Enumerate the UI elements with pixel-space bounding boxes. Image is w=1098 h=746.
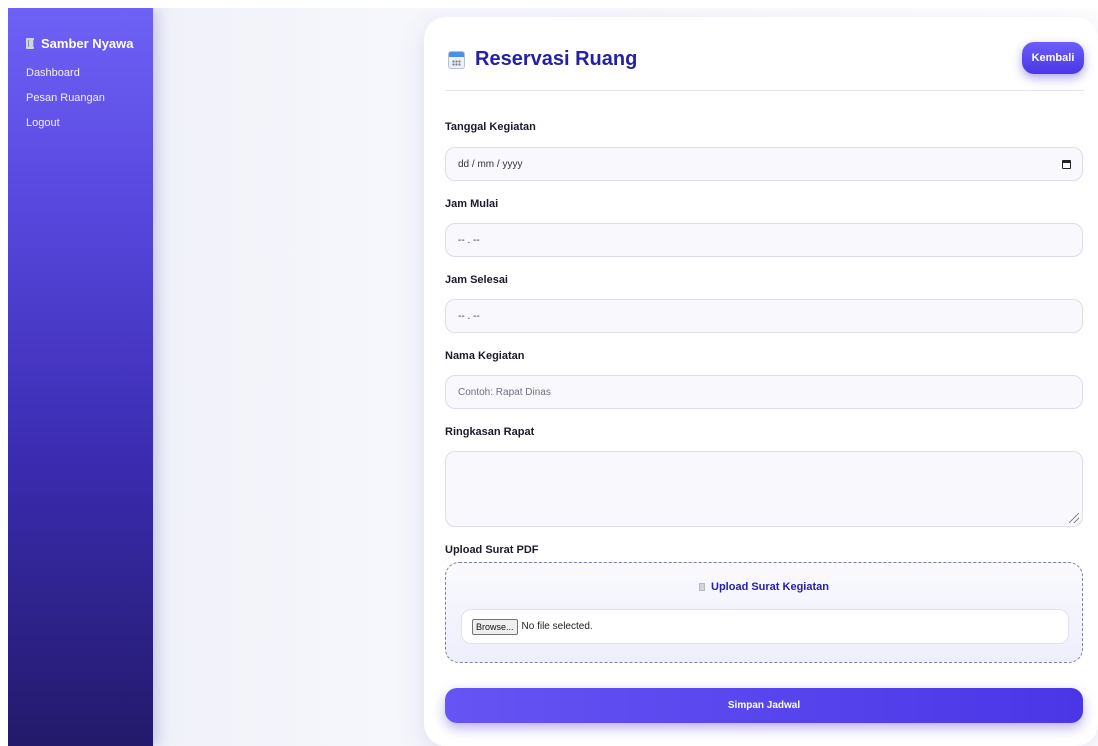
jam-mulai-label: Jam Mulai — [445, 198, 499, 210]
ringkasan-label: Ringkasan Rapat — [445, 426, 535, 438]
ringkasan-textarea[interactable] — [445, 451, 1083, 527]
sidebar: Samber Nyawa Dashboard Pesan Ruangan Log… — [8, 8, 153, 746]
brand-name: Samber Nyawa — [41, 36, 134, 51]
brand: Samber Nyawa — [26, 36, 153, 51]
jam-selesai-label: Jam Selesai — [445, 274, 508, 286]
jam-mulai-value: -- . -- — [458, 234, 480, 246]
upload-label: Upload Surat PDF — [445, 544, 539, 556]
save-schedule-button[interactable]: Simpan Jadwal — [445, 688, 1083, 723]
upload-zone-title: Upload Surat Kegiatan — [446, 581, 1082, 593]
app-window: Samber Nyawa Dashboard Pesan Ruangan Log… — [8, 8, 1098, 746]
nama-kegiatan-placeholder: Contoh: Rapat Dinas — [458, 386, 551, 398]
jam-selesai-value: -- . -- — [458, 310, 480, 322]
tanggal-value: dd / mm / yyyy — [458, 158, 523, 170]
nama-kegiatan-input[interactable]: Contoh: Rapat Dinas — [445, 375, 1083, 409]
file-input[interactable]: Browse... No file selected. — [461, 609, 1069, 644]
tanggal-input[interactable]: dd / mm / yyyy — [445, 147, 1083, 181]
resize-grip-icon[interactable] — [1069, 513, 1079, 523]
upload-dropzone[interactable]: Upload Surat Kegiatan Browse... No file … — [445, 562, 1083, 663]
reservation-card: Reservasi Ruang Kembali Tanggal Kegiatan… — [424, 17, 1098, 746]
browse-button[interactable]: Browse... — [472, 618, 518, 635]
jam-mulai-input[interactable]: -- . -- — [445, 223, 1083, 257]
sidebar-item-logout[interactable]: Logout — [26, 117, 153, 129]
sidebar-item-pesan-ruangan[interactable]: Pesan Ruangan — [26, 92, 153, 104]
calendar-picker-icon[interactable] — [1062, 160, 1071, 169]
title-wrap: Reservasi Ruang — [448, 48, 637, 71]
file-status: No file selected. — [521, 621, 593, 632]
upload-zone-title-text: Upload Surat Kegiatan — [711, 581, 829, 593]
jam-selesai-input[interactable]: -- . -- — [445, 299, 1083, 333]
nama-kegiatan-label: Nama Kegiatan — [445, 350, 525, 362]
back-button[interactable]: Kembali — [1022, 42, 1084, 74]
document-icon — [699, 583, 706, 591]
tanggal-label: Tanggal Kegiatan — [445, 121, 536, 133]
sidebar-item-dashboard[interactable]: Dashboard — [26, 67, 153, 79]
page-title: Reservasi Ruang — [475, 48, 638, 70]
calendar-icon — [448, 50, 465, 69]
card-header: Reservasi Ruang Kembali — [445, 17, 1084, 91]
building-icon — [26, 38, 34, 49]
